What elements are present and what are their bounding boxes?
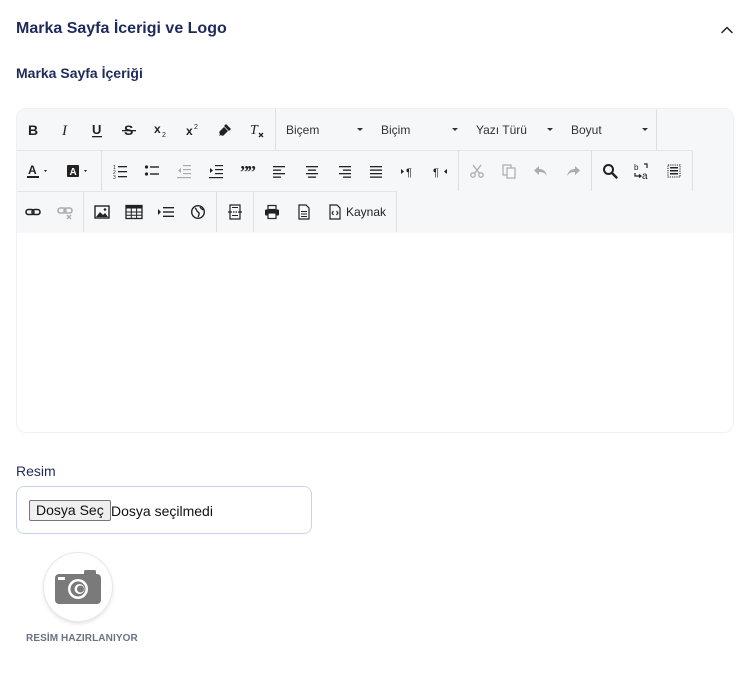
- indent-icon[interactable]: [200, 156, 232, 186]
- font-dropdown-label: Yazı Türü: [476, 122, 527, 137]
- font-dropdown[interactable]: Yazı Türü: [466, 115, 561, 145]
- content-field-label: Marka Sayfa İçeriği: [16, 65, 143, 81]
- caret-down-icon: [452, 128, 458, 131]
- caret-down-icon: [642, 128, 648, 131]
- svg-text:T: T: [250, 123, 259, 138]
- text-color-button[interactable]: A: [19, 156, 59, 186]
- align-center-icon[interactable]: [296, 156, 328, 186]
- image-icon[interactable]: [86, 197, 118, 227]
- toolbar-row-3: Kaynak: [17, 191, 398, 232]
- undo-icon[interactable]: [525, 156, 557, 186]
- svg-text:¶: ¶: [433, 167, 439, 179]
- align-left-icon[interactable]: [264, 156, 296, 186]
- toolbar-row-1: B I U S x2 x2: [17, 109, 657, 150]
- unlink-icon[interactable]: [49, 197, 81, 227]
- remove-format-icon[interactable]: T: [241, 115, 273, 145]
- svg-text:I: I: [61, 123, 68, 138]
- svg-text:U: U: [92, 122, 101, 137]
- editor-toolbar: B I U S x2 x2: [17, 109, 733, 233]
- svg-text:a: a: [642, 171, 648, 180]
- section-title: Marka Sayfa İcerigi ve Logo: [16, 20, 227, 37]
- replace-icon[interactable]: ba: [626, 156, 658, 186]
- chevron-up-icon[interactable]: [719, 22, 735, 38]
- svg-text:3: 3: [113, 175, 116, 179]
- size-dropdown[interactable]: Boyut: [561, 115, 656, 145]
- preview-icon[interactable]: [288, 197, 320, 227]
- horizontal-rule-icon[interactable]: [150, 197, 182, 227]
- superscript-button[interactable]: x2: [177, 115, 209, 145]
- italic-button[interactable]: I: [49, 115, 81, 145]
- file-status-text: Dosya seçilmedi: [111, 503, 213, 519]
- rich-text-editor: B I U S x2 x2: [16, 108, 734, 433]
- section-header[interactable]: Marka Sayfa İcerigi ve Logo: [16, 18, 739, 44]
- align-right-icon[interactable]: [328, 156, 360, 186]
- underline-button[interactable]: U: [81, 115, 113, 145]
- table-icon[interactable]: [118, 197, 150, 227]
- outdent-icon[interactable]: [168, 156, 200, 186]
- background-color-button[interactable]: A: [59, 156, 99, 186]
- globe-icon[interactable]: [182, 197, 214, 227]
- align-justify-icon[interactable]: [360, 156, 392, 186]
- svg-text:x: x: [186, 124, 193, 138]
- file-input[interactable]: Dosya Seç Dosya seçilmedi: [16, 486, 312, 534]
- source-button-label: Kaynak: [346, 205, 387, 219]
- choose-file-button[interactable]: Dosya Seç: [29, 500, 111, 521]
- source-button[interactable]: Kaynak: [320, 197, 394, 227]
- format-dropdown-label: Biçim: [381, 122, 411, 137]
- source-code-icon: [329, 204, 341, 220]
- print-icon[interactable]: [256, 197, 288, 227]
- image-preview: [44, 553, 112, 621]
- redo-icon[interactable]: [557, 156, 589, 186]
- copy-icon[interactable]: [493, 156, 525, 186]
- bullet-list-icon[interactable]: [136, 156, 168, 186]
- format-dropdown[interactable]: Biçim: [371, 115, 466, 145]
- select-all-icon[interactable]: [658, 156, 690, 186]
- numbered-list-icon[interactable]: 123: [104, 156, 136, 186]
- search-icon[interactable]: [594, 156, 626, 186]
- strikethrough-button[interactable]: S: [113, 115, 145, 145]
- link-icon[interactable]: [17, 197, 49, 227]
- page-break-icon[interactable]: [219, 197, 251, 227]
- style-dropdown[interactable]: Biçem: [276, 115, 371, 145]
- svg-text:2: 2: [194, 124, 198, 131]
- image-field-label: Resim: [16, 463, 56, 479]
- svg-text:”: ”: [247, 163, 256, 179]
- rtl-direction-icon[interactable]: ¶: [424, 156, 456, 186]
- caret-down-icon: [547, 128, 553, 131]
- size-dropdown-label: Boyut: [571, 122, 602, 137]
- svg-text:¶: ¶: [406, 167, 412, 179]
- svg-text:x: x: [154, 122, 161, 136]
- toolbar-row-2: A A 123 ”” ¶ ¶ b a: [17, 150, 693, 191]
- blockquote-icon[interactable]: ””: [232, 156, 264, 186]
- style-dropdown-label: Biçem: [286, 122, 320, 137]
- bold-button[interactable]: B: [17, 115, 49, 145]
- camera-icon: [55, 570, 101, 604]
- caret-down-icon: [357, 128, 363, 131]
- svg-text:B: B: [28, 122, 38, 138]
- format-painter-icon[interactable]: [209, 115, 241, 145]
- ltr-direction-icon[interactable]: ¶: [392, 156, 424, 186]
- svg-text:A: A: [28, 163, 37, 177]
- image-preview-caption: RESİM HAZIRLANIYOR: [26, 633, 138, 644]
- svg-text:A: A: [70, 167, 77, 178]
- editor-content-area[interactable]: [17, 233, 733, 432]
- cut-icon[interactable]: [461, 156, 493, 186]
- svg-text:2: 2: [162, 132, 166, 138]
- svg-text:b: b: [634, 163, 639, 172]
- subscript-button[interactable]: x2: [145, 115, 177, 145]
